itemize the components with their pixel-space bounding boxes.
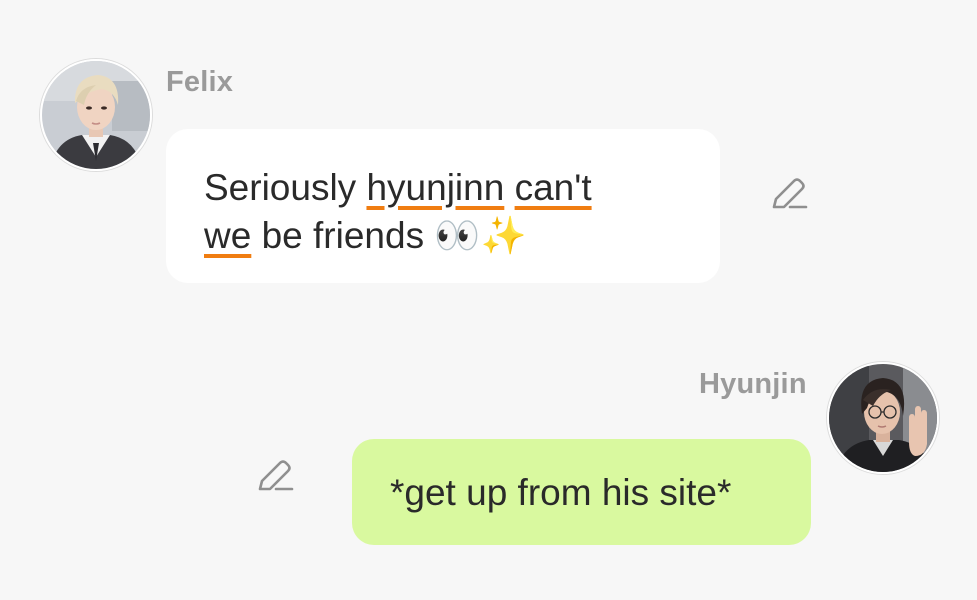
misspelled-word-we[interactable]: we bbox=[204, 215, 251, 256]
sender-name-felix: Felix bbox=[166, 66, 234, 98]
misspelled-word-hyunjinn[interactable]: hyunjinn bbox=[366, 167, 504, 208]
misspelled-word-cant[interactable]: can't bbox=[515, 167, 592, 208]
edit-message-button-hyunjin[interactable] bbox=[256, 456, 296, 496]
message-bubble-felix[interactable]: Seriously hyunjinn can't we be friends 👀✨ bbox=[166, 129, 720, 283]
felix-avatar[interactable] bbox=[40, 59, 152, 171]
eyes-emoji-icon: 👀 bbox=[434, 214, 481, 257]
message-text-hyunjin: *get up from his site* bbox=[390, 472, 732, 513]
word-seriously: Seriously bbox=[204, 167, 357, 208]
pencil-icon bbox=[258, 460, 294, 491]
hyunjin-avatar-photo-icon bbox=[829, 364, 937, 472]
felix-avatar-photo-icon bbox=[42, 61, 150, 169]
edit-message-button-felix[interactable] bbox=[770, 174, 810, 214]
pencil-icon bbox=[772, 178, 808, 209]
sparkles-emoji-icon: ✨ bbox=[480, 214, 527, 257]
word-be-friends: be friends bbox=[261, 215, 425, 256]
message-text-felix: Seriously hyunjinn can't we be friends 👀✨ bbox=[204, 167, 592, 257]
sender-name-hyunjin: Hyunjin bbox=[699, 368, 807, 400]
message-bubble-hyunjin[interactable]: *get up from his site* bbox=[352, 439, 811, 545]
hyunjin-avatar[interactable] bbox=[827, 362, 939, 474]
